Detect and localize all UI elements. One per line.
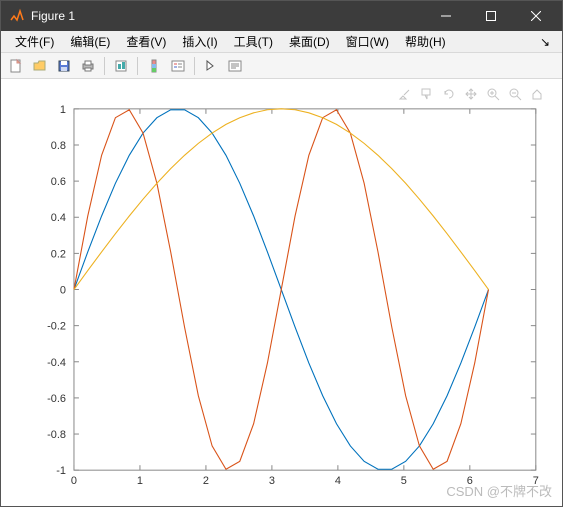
print-button[interactable]	[77, 55, 99, 77]
toolbar	[1, 53, 562, 79]
svg-text:4: 4	[335, 475, 341, 487]
svg-text:5: 5	[401, 475, 407, 487]
menu-edit[interactable]: 编辑(E)	[62, 33, 118, 50]
insert-legend-button[interactable]	[167, 55, 189, 77]
svg-text:3: 3	[269, 475, 275, 487]
svg-text:6: 6	[467, 475, 473, 487]
window-title: Figure 1	[31, 9, 75, 23]
insert-colorbar-button[interactable]	[143, 55, 165, 77]
axes[interactable]: 0 1 2 3 4 5 6 7 -1 -0.8 -0.6 -0.4 -0.2 0 0.2 0.4 0.6 0.8 1	[1, 79, 562, 506]
svg-text:-1: -1	[56, 465, 66, 477]
menubar: 文件(F) 编辑(E) 查看(V) 插入(I) 工具(T) 桌面(D) 窗口(W…	[1, 31, 562, 53]
svg-text:0.2: 0.2	[51, 248, 66, 260]
figure-area: 0 1 2 3 4 5 6 7 -1 -0.8 -0.6 -0.4 -0.2 0 0.2 0.4 0.6 0.8 1…	[1, 79, 562, 506]
svg-text:-0.8: -0.8	[47, 429, 66, 441]
svg-text:-0.2: -0.2	[47, 321, 66, 333]
insert-text-button[interactable]	[224, 55, 246, 77]
svg-text:0: 0	[60, 284, 66, 296]
matlab-logo-icon	[9, 8, 25, 24]
svg-text:0.6: 0.6	[51, 176, 66, 188]
close-button[interactable]	[513, 1, 558, 31]
svg-text:2: 2	[203, 475, 209, 487]
svg-text:-0.6: -0.6	[47, 393, 66, 405]
maximize-button[interactable]	[468, 1, 513, 31]
save-button[interactable]	[53, 55, 75, 77]
svg-text:1: 1	[60, 104, 66, 116]
menu-help[interactable]: 帮助(H)	[397, 33, 454, 50]
new-figure-button[interactable]	[5, 55, 27, 77]
menu-tools[interactable]: 工具(T)	[226, 33, 281, 50]
menu-view[interactable]: 查看(V)	[118, 33, 174, 50]
menu-desktop[interactable]: 桌面(D)	[281, 33, 338, 50]
menu-insert[interactable]: 插入(I)	[174, 33, 225, 50]
open-button[interactable]	[29, 55, 51, 77]
menu-window[interactable]: 窗口(W)	[338, 33, 397, 50]
svg-text:0.8: 0.8	[51, 140, 66, 152]
svg-text:7: 7	[533, 475, 539, 487]
dock-arrow-icon[interactable]: ↘	[534, 35, 556, 49]
svg-text:0: 0	[71, 475, 77, 487]
menu-file[interactable]: 文件(F)	[7, 33, 62, 50]
titlebar: Figure 1	[1, 1, 562, 31]
data-cursor-button[interactable]	[110, 55, 132, 77]
svg-text:1: 1	[137, 475, 143, 487]
svg-text:0.4: 0.4	[51, 212, 66, 224]
edit-plot-button[interactable]	[200, 55, 222, 77]
minimize-button[interactable]	[423, 1, 468, 31]
svg-text:-0.4: -0.4	[47, 357, 66, 369]
